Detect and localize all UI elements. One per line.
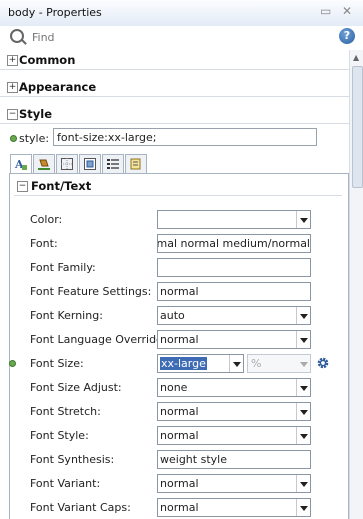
chevron-down-icon[interactable]	[296, 331, 310, 348]
gear-icon[interactable]	[316, 356, 330, 370]
property-label: Font Style:	[30, 429, 89, 442]
property-label: Font Size Adjust:	[30, 381, 122, 394]
property-row-font-style: Font Style: normal	[10, 425, 346, 445]
property-label: Font Variant Caps:	[30, 501, 131, 514]
box-model-icon	[84, 158, 96, 170]
tab-font-text[interactable]: A	[10, 154, 32, 174]
property-row-color: Color:	[10, 209, 346, 229]
vertical-scrollbar[interactable]: ▲	[349, 50, 363, 519]
font-field[interactable]: il normal normal medium/normal	[157, 234, 311, 253]
chevron-down-icon[interactable]	[296, 499, 310, 516]
scroll-up-icon[interactable]: ▲	[353, 53, 359, 62]
property-label: Font Variant:	[30, 477, 101, 490]
font-kerning-combobox[interactable]: auto	[157, 306, 311, 325]
chevron-down-icon[interactable]	[296, 379, 310, 396]
chevron-down-icon[interactable]	[296, 307, 310, 324]
chevron-down-icon[interactable]	[296, 403, 310, 420]
panel-title-bar: body - Properties ▭ ✕	[0, 0, 363, 27]
chevron-down-icon[interactable]	[229, 355, 243, 372]
properties-content: + Common + Appearance − Style style: fon…	[0, 50, 349, 519]
tab-background[interactable]	[33, 154, 55, 173]
search-icon	[10, 29, 24, 43]
section-style[interactable]: − Style	[0, 104, 349, 124]
font-synthesis-field[interactable]: weight style	[157, 450, 311, 469]
section-font-text[interactable]: − Font/Text	[10, 176, 346, 196]
property-label: Color:	[30, 213, 63, 226]
property-row-font-size-adjust: Font Size Adjust: none	[10, 377, 346, 397]
help-icon[interactable]: ?	[339, 28, 355, 44]
font-size-combobox[interactable]: xx-large	[157, 354, 244, 373]
search-bar: ?	[0, 26, 363, 48]
flag-icon	[130, 158, 141, 170]
font-size-adjust-combobox[interactable]: none	[157, 378, 311, 397]
property-row-font-variant-caps: Font Variant Caps: normal	[10, 497, 346, 517]
property-row-font-synthesis: Font Synthesis: weight style	[10, 449, 346, 469]
property-label: Font Family:	[30, 261, 96, 274]
tab-border[interactable]	[56, 154, 78, 173]
panel-title: body - Properties	[8, 6, 102, 19]
property-label: Font Size:	[30, 357, 84, 370]
expand-icon[interactable]: +	[7, 55, 18, 66]
paint-bucket-icon	[38, 159, 50, 170]
font-variant-caps-combobox[interactable]: normal	[157, 498, 311, 517]
close-icon[interactable]: ✕	[342, 4, 352, 18]
property-row-font-language-override: Font Language Override: normal	[10, 329, 346, 349]
font-stretch-combobox[interactable]: normal	[157, 402, 311, 421]
search-input[interactable]	[30, 28, 324, 46]
font-text-panel: − Font/Text Color: Font: il normal norma…	[9, 173, 349, 519]
font-style-combobox[interactable]: normal	[157, 426, 311, 445]
property-label: Font Stretch:	[30, 405, 101, 418]
minimize-icon[interactable]: ▭	[320, 4, 331, 18]
tab-list[interactable]	[102, 154, 124, 173]
property-row-font-family: Font Family:	[10, 257, 346, 277]
list-icon	[107, 159, 119, 169]
color-combobox[interactable]	[157, 210, 311, 229]
collapse-icon[interactable]: −	[17, 181, 28, 192]
property-row-font-feature-settings: Font Feature Settings: normal	[10, 281, 346, 301]
style-field[interactable]: font-size:xx-large;	[53, 128, 317, 146]
font-text-icon: A	[14, 158, 27, 171]
chevron-down-icon[interactable]	[297, 355, 310, 372]
font-feature-settings-field[interactable]: normal	[157, 282, 311, 301]
font-family-field[interactable]	[157, 258, 311, 277]
section-appearance[interactable]: + Appearance	[0, 77, 349, 97]
tab-other[interactable]	[125, 154, 147, 173]
font-language-override-combobox[interactable]: normal	[157, 330, 311, 349]
property-row-font: Font: il normal normal medium/normal	[10, 233, 346, 253]
property-row-font-size: Font Size: xx-large %	[9, 353, 346, 373]
section-label: Common	[19, 53, 76, 67]
scrollbar-thumb[interactable]	[352, 66, 363, 188]
chevron-down-icon[interactable]	[296, 211, 310, 228]
property-row-font-stretch: Font Stretch: normal	[10, 401, 346, 421]
property-row-font-variant: Font Variant: normal	[10, 473, 346, 493]
property-label: Font:	[30, 237, 58, 250]
property-row-font-kerning: Font Kerning: auto	[10, 305, 346, 325]
section-label: Style	[19, 107, 53, 121]
section-common[interactable]: + Common	[0, 50, 349, 70]
property-label: Font Feature Settings:	[30, 285, 152, 298]
expand-icon[interactable]: +	[7, 82, 18, 93]
section-label: Font/Text	[31, 179, 92, 193]
property-label: Font Kerning:	[30, 309, 103, 322]
style-label: style:	[19, 132, 50, 145]
font-variant-combobox[interactable]: normal	[157, 474, 311, 493]
collapse-icon[interactable]: −	[7, 109, 18, 120]
border-icon	[61, 158, 73, 170]
chevron-down-icon[interactable]	[296, 475, 310, 492]
set-indicator-icon	[10, 135, 17, 142]
set-indicator-icon	[9, 360, 16, 367]
chevron-down-icon[interactable]	[296, 427, 310, 444]
font-size-unit-combobox[interactable]: %	[247, 354, 311, 373]
tab-box[interactable]	[79, 154, 101, 173]
section-label: Appearance	[19, 80, 97, 94]
property-label: Font Language Override:	[30, 333, 167, 346]
property-label: Font Synthesis:	[30, 453, 115, 466]
